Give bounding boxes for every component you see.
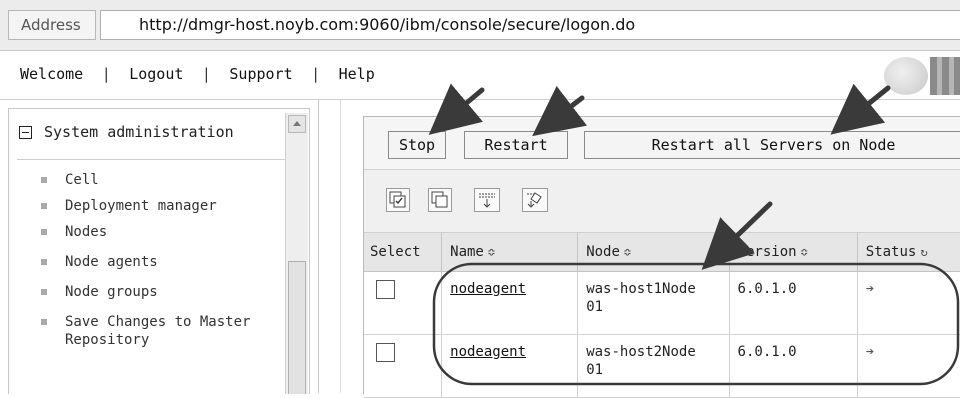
nodeagent-link[interactable]: nodeagent [450,344,526,360]
status-arrow-icon: ➔ [865,344,875,360]
refresh-icon[interactable]: ↻ [920,245,927,259]
node-agents-collection: Stop Restart Restart all Servers on Node… [363,116,960,398]
nav-item-node-groups[interactable]: Node groups [39,283,285,301]
nav-item-label: Node groups [65,284,158,300]
nav-item-label: Deployment manager [65,198,217,214]
status-cell: ➔ [857,334,960,398]
column-header-select: Select [364,233,443,272]
table-row: nodeagent was-host1Node01 6.0.1.0 ➔ [364,271,960,335]
node-agents-table: Select Name ≎ Node ≎ Version ≎ Status ↻ node… [364,233,960,398]
select-all-icon[interactable] [386,188,410,212]
select-cell [364,271,443,335]
version-cell: 6.0.1.0 [729,334,858,398]
nav-item-label: Save Changes to Master Repository [65,314,251,348]
nav-item-save-changes[interactable]: Save Changes to Master Repository [39,313,285,349]
nav-tree: Cell Deployment manager Nodes Node agent… [39,171,285,349]
action-button-row: Stop Restart Restart all Servers on Node [364,117,960,170]
address-label: Address [8,10,96,40]
node-cell: was-host1Node01 [577,271,730,335]
filter-icon[interactable] [522,188,548,212]
status-arrow-icon: ➔ [865,281,875,297]
scroll-thumb[interactable] [288,261,306,394]
name-cell: nodeagent [441,334,579,398]
expand-icon[interactable] [474,188,500,212]
header-orb-graphic [884,57,928,95]
top-nav-links: Welcome | Logout | Support | Help [20,65,375,83]
top-nav: Welcome | Logout | Support | Help [0,51,960,100]
support-link[interactable]: Support [229,65,292,83]
table-toolbar [364,170,960,233]
ibm-logo-graphic [930,57,960,95]
nav-tree-panel: System administration Cell Deployment ma… [8,108,310,394]
version-cell: 6.0.1.0 [729,271,858,335]
table-row: nodeagent was-host2Node01 6.0.1.0 ➔ [364,334,960,398]
bullet-icon [41,177,47,183]
column-header-status[interactable]: Status ↻ [857,233,960,272]
system-administration-header[interactable]: System administration [17,123,303,160]
bullet-icon [41,229,47,235]
nav-item-nodes[interactable]: Nodes [39,223,285,241]
bullet-icon [41,259,47,265]
column-header-version[interactable]: Version ≎ [729,233,858,272]
nav-separator: | [201,65,211,83]
name-cell: nodeagent [441,271,579,335]
scroll-up-arrow-icon[interactable] [288,115,306,133]
nodeagent-link[interactable]: nodeagent [450,281,526,297]
version-value: 6.0.1.0 [737,344,797,360]
column-header-name[interactable]: Name ≎ [441,233,579,272]
nav-separator: | [311,65,321,83]
sort-icon[interactable]: ≎ [801,245,808,259]
sort-icon[interactable]: ≎ [488,245,495,259]
status-cell: ➔ [857,271,960,335]
node-cell: was-host2Node01 [577,334,730,398]
nav-item-label: Nodes [65,224,108,240]
node-name: was-host1Node01 [586,281,696,315]
node-name: was-host2Node01 [586,344,696,378]
table-header-row: Select Name ≎ Node ≎ Version ≎ Status ↻ [364,233,960,272]
nav-item-deployment-manager[interactable]: Deployment manager [39,197,285,215]
version-value: 6.0.1.0 [737,281,797,297]
restart-all-servers-button[interactable]: Restart all Servers on Node [584,131,960,159]
logout-link[interactable]: Logout [129,65,183,83]
left-navigation: System administration Cell Deployment ma… [0,100,319,394]
deselect-all-icon[interactable] [428,188,452,212]
welcome-link[interactable]: Welcome [20,65,83,83]
select-cell [364,334,443,398]
stop-button[interactable]: Stop [388,131,446,159]
nav-item-node-agents[interactable]: Node agents [39,253,285,271]
row-checkbox[interactable] [376,280,395,299]
bullet-icon [41,203,47,209]
bullet-icon [41,289,47,295]
column-header-node[interactable]: Node ≎ [577,233,730,272]
url-field[interactable]: http://dmgr-host.noyb.com:9060/ibm/conso… [100,10,960,40]
help-link[interactable]: Help [339,65,375,83]
address-bar: Address http://dmgr-host.noyb.com:9060/i… [0,0,960,51]
restart-button[interactable]: Restart [464,131,568,159]
nav-item-label: Node agents [65,254,158,270]
section-title: System administration [44,123,234,141]
row-checkbox[interactable] [376,343,395,362]
nav-separator: | [101,65,111,83]
main-content: Stop Restart Restart all Servers on Node… [340,100,960,398]
nav-scrollbar[interactable] [285,113,308,394]
collapse-icon[interactable] [19,126,32,139]
nav-item-label: Cell [65,172,99,188]
sort-icon[interactable]: ≎ [624,245,631,259]
bullet-icon [41,319,47,325]
nav-item-cell[interactable]: Cell [39,171,285,189]
